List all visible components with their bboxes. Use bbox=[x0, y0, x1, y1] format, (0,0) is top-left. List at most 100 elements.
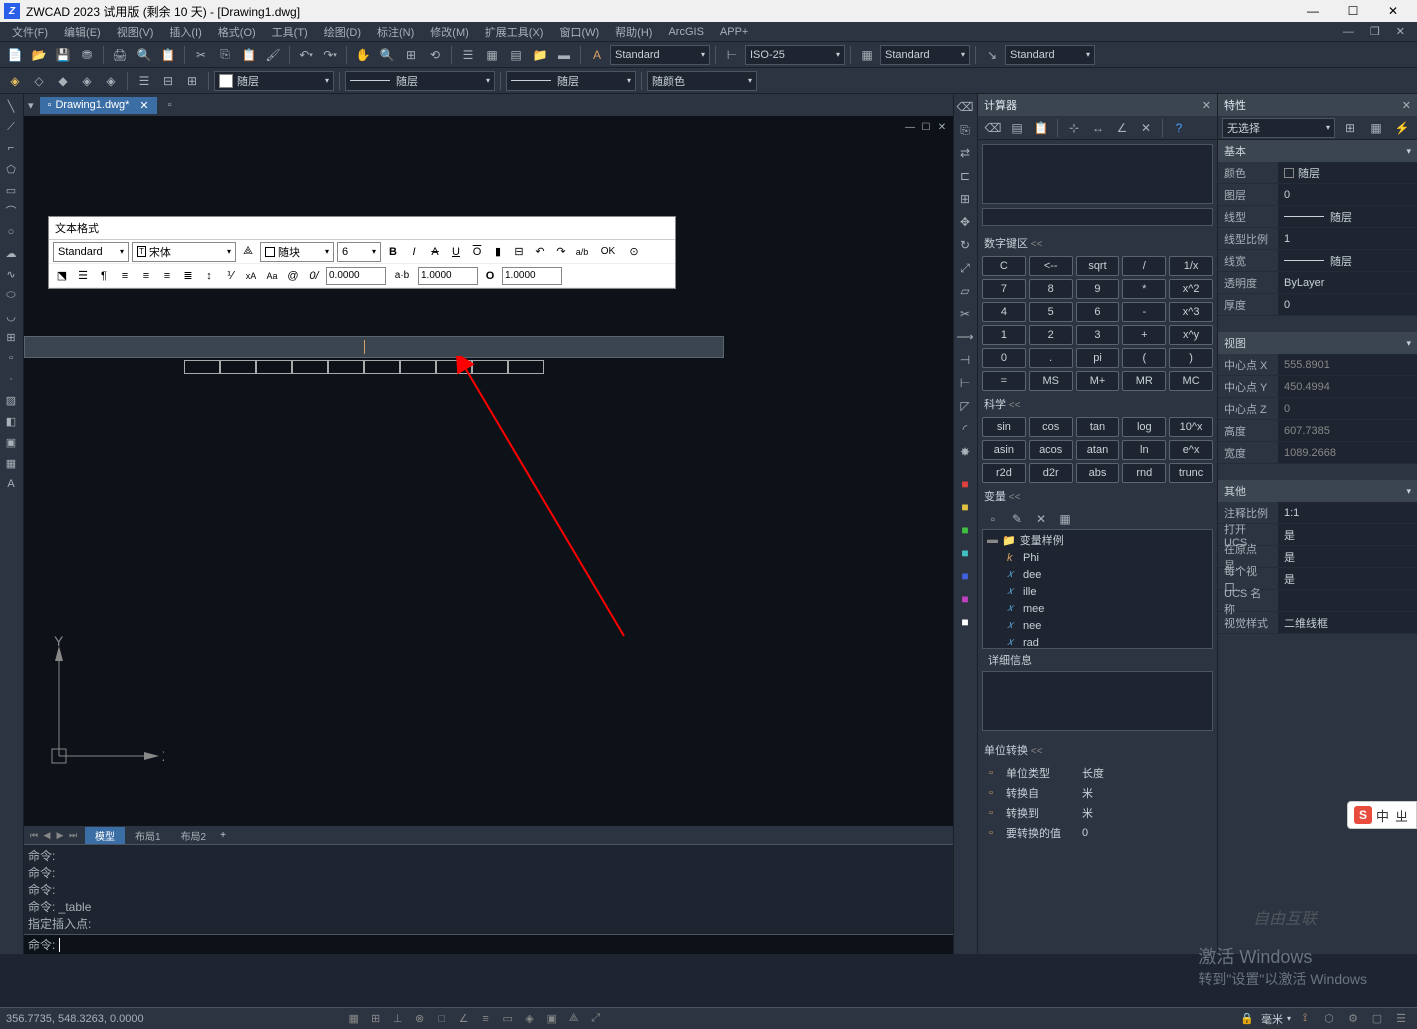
region-icon[interactable]: ▣ bbox=[0, 432, 22, 452]
prop-lineweight[interactable]: 随层 bbox=[1278, 250, 1417, 271]
doc-tab-close-icon[interactable]: ✕ bbox=[139, 99, 148, 112]
line-icon[interactable]: ╲ bbox=[0, 96, 22, 116]
layout-tab-1[interactable]: 布局1 bbox=[125, 827, 171, 844]
calc-key-d2r[interactable]: d2r bbox=[1029, 463, 1073, 483]
ellipsearc-icon[interactable]: ◡ bbox=[0, 306, 22, 326]
chamfer-icon[interactable]: ◸ bbox=[954, 395, 976, 417]
calc-clear-icon[interactable]: ⌫ bbox=[982, 117, 1004, 139]
calc-key-[interactable]: * bbox=[1122, 279, 1166, 299]
redo-icon[interactable]: ↷▾ bbox=[319, 44, 341, 66]
tf-strike-button[interactable]: A bbox=[426, 243, 444, 261]
calc-key-M[interactable]: M+ bbox=[1076, 371, 1120, 391]
layout-tab-model[interactable]: 模型 bbox=[85, 827, 125, 844]
calc-unit-section[interactable]: 单位转换 bbox=[978, 739, 1217, 761]
calc-vars-section[interactable]: 变量 bbox=[978, 485, 1217, 507]
calc-result[interactable] bbox=[982, 208, 1213, 226]
calc-key-abs[interactable]: abs bbox=[1076, 463, 1120, 483]
textstyle-dropdown[interactable]: Standard▾ bbox=[610, 45, 710, 65]
calc-hist-icon[interactable]: ▤ bbox=[1006, 117, 1028, 139]
copy2-icon[interactable]: ⎘ bbox=[954, 119, 976, 141]
tablestyle-dropdown[interactable]: Standard▾ bbox=[880, 45, 970, 65]
properties-icon[interactable]: ☰ bbox=[457, 44, 479, 66]
menu-insert[interactable]: 插入(I) bbox=[161, 22, 209, 42]
gradient-icon[interactable]: ◧ bbox=[0, 411, 22, 431]
lineweight-dropdown[interactable]: 随层▾ bbox=[506, 71, 636, 91]
tb-icon-c[interactable]: ⊞ bbox=[181, 70, 203, 92]
sheetset-icon[interactable]: 📁 bbox=[529, 44, 551, 66]
stretch-icon[interactable]: ▱ bbox=[954, 280, 976, 302]
insert-icon[interactable]: ⊞ bbox=[0, 327, 22, 347]
tf-ok-button[interactable]: OK bbox=[594, 243, 622, 261]
layout-tab-2[interactable]: 布局2 bbox=[171, 827, 217, 844]
paste-icon[interactable]: 📋 bbox=[238, 44, 260, 66]
menu-view[interactable]: 视图(V) bbox=[109, 22, 162, 42]
calc-angle-icon[interactable]: ∠ bbox=[1111, 117, 1133, 139]
join-icon[interactable]: ⊢ bbox=[954, 372, 976, 394]
table-text-edit-box[interactable] bbox=[24, 336, 724, 358]
doc-close[interactable]: ✕ bbox=[1388, 23, 1413, 40]
menu-file[interactable]: 文件(F) bbox=[4, 22, 56, 42]
tf-ruler-icon[interactable]: ⊟ bbox=[510, 243, 528, 261]
menu-dimension[interactable]: 标注(N) bbox=[369, 22, 422, 42]
calc-key-trunc[interactable]: trunc bbox=[1169, 463, 1213, 483]
var-calc-icon[interactable]: ▦ bbox=[1054, 508, 1076, 530]
calc-key-[interactable]: / bbox=[1122, 256, 1166, 276]
calc-key-sqrt[interactable]: sqrt bbox=[1076, 256, 1120, 276]
rectangle-icon[interactable]: ▭ bbox=[0, 180, 22, 200]
layout-nav-prev-icon[interactable]: ◀ bbox=[41, 828, 53, 842]
tf-align-left-icon[interactable]: ≡ bbox=[116, 267, 134, 285]
point-icon[interactable]: · bbox=[0, 369, 22, 389]
calc-key-atan[interactable]: atan bbox=[1076, 440, 1120, 460]
doc-tab-dropdown-icon[interactable]: ▾ bbox=[28, 99, 34, 112]
menu-edit[interactable]: 编辑(E) bbox=[56, 22, 109, 42]
calc-key-3[interactable]: 3 bbox=[1076, 325, 1120, 345]
menu-arcgis[interactable]: ArcGIS bbox=[660, 24, 711, 40]
calc-key-ex[interactable]: e^x bbox=[1169, 440, 1213, 460]
calc-key-x2[interactable]: x^2 bbox=[1169, 279, 1213, 299]
prop-linetype[interactable]: 随层 bbox=[1278, 206, 1417, 227]
saveall-icon[interactable]: ⛃ bbox=[76, 44, 98, 66]
calc-numpad-section[interactable]: 数字键区 bbox=[978, 232, 1217, 254]
move-icon[interactable]: ✥ bbox=[954, 211, 976, 233]
doc-minimize[interactable]: — bbox=[1335, 24, 1362, 40]
var-tree[interactable]: ▬ 📁 变量样例 kPhi 𝑥dee 𝑥ille 𝑥mee 𝑥nee 𝑥rad bbox=[982, 529, 1213, 649]
calc-key-[interactable]: ) bbox=[1169, 348, 1213, 368]
status-polar-icon[interactable]: ⊗ bbox=[410, 1010, 430, 1028]
calc-key-MC[interactable]: MC bbox=[1169, 371, 1213, 391]
break-icon[interactable]: ⊣ bbox=[954, 349, 976, 371]
xline-icon[interactable]: ⟋ bbox=[0, 117, 22, 137]
polygon-icon[interactable]: ⬠ bbox=[0, 159, 22, 179]
calc-key-sin[interactable]: sin bbox=[982, 417, 1026, 437]
calc-key-[interactable]: + bbox=[1122, 325, 1166, 345]
calc-key-10x[interactable]: 10^x bbox=[1169, 417, 1213, 437]
status-scale-icon[interactable]: ⤢ bbox=[586, 1010, 606, 1028]
tf-oblique-input[interactable] bbox=[326, 267, 386, 285]
tf-undo-icon[interactable]: ↶ bbox=[531, 243, 549, 261]
calc-intersect-icon[interactable]: ✕ bbox=[1135, 117, 1157, 139]
calc-key-acos[interactable]: acos bbox=[1029, 440, 1073, 460]
status-clean-icon[interactable]: ▢ bbox=[1367, 1010, 1387, 1028]
tf-bold-button[interactable]: B bbox=[384, 243, 402, 261]
viewport-close-icon[interactable]: ✕ bbox=[935, 120, 949, 134]
tf-field-icon[interactable]: xA bbox=[242, 267, 260, 285]
mirror-icon[interactable]: ⇄ bbox=[954, 142, 976, 164]
var-del-icon[interactable]: ✕ bbox=[1030, 508, 1052, 530]
tf-align-justify-icon[interactable]: ≣ bbox=[179, 267, 197, 285]
status-otrack-icon[interactable]: ∠ bbox=[454, 1010, 474, 1028]
command-input[interactable]: 命令: bbox=[24, 934, 953, 954]
var-new-icon[interactable]: ▫ bbox=[982, 508, 1004, 530]
extend-icon[interactable]: ⟶ bbox=[954, 326, 976, 348]
spline-icon[interactable]: ∿ bbox=[0, 264, 22, 284]
prop-thickness[interactable]: 0 bbox=[1278, 294, 1417, 315]
tf-italic-button[interactable]: I bbox=[405, 243, 423, 261]
menu-draw[interactable]: 绘图(D) bbox=[316, 22, 369, 42]
table-icon[interactable]: ▦ bbox=[0, 453, 22, 473]
dimstyle-icon[interactable]: ⊢ bbox=[721, 44, 743, 66]
tf-annotative-icon[interactable]: ⟁ bbox=[239, 243, 257, 261]
calc-key-[interactable]: = bbox=[982, 371, 1026, 391]
hatch-icon[interactable]: ▨ bbox=[0, 390, 22, 410]
status-lock-icon[interactable]: 🔒 bbox=[1237, 1010, 1257, 1028]
calc-key-9[interactable]: 9 bbox=[1076, 279, 1120, 299]
cut-icon[interactable]: ✂ bbox=[190, 44, 212, 66]
model-canvas[interactable]: — ☐ ✕ 文本格式 Standard▾ T宋体▾ ⟁ 随块▾ 6▾ B I A… bbox=[24, 116, 953, 826]
